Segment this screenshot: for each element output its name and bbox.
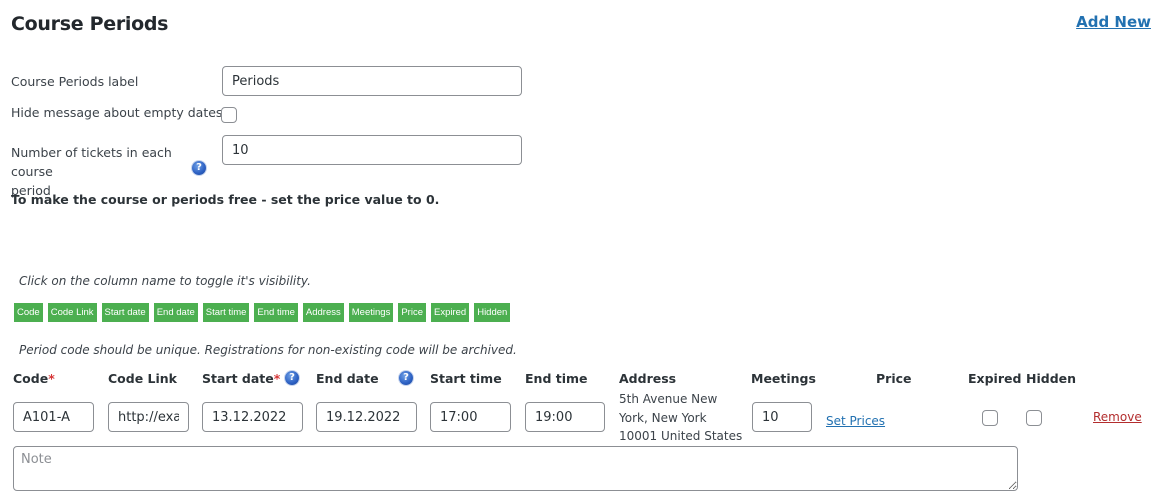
set-prices-link[interactable]: Set Prices [826,414,885,428]
address-line: York, New York [619,410,707,425]
required-mark: * [273,371,281,386]
start-date-input[interactable] [202,402,303,432]
tickets-label-line1: Number of tickets in each course [11,145,172,179]
header-code-link: Code Link [108,371,178,386]
toggle-address[interactable]: Address [302,303,344,322]
header-price: Price [876,371,912,386]
page-title: Course Periods [11,13,169,35]
header-start-time: Start time [430,371,502,386]
start-time-input[interactable] [430,402,511,432]
note-textarea[interactable] [13,446,1018,491]
free-price-note: To make the course or periods free - set… [11,192,440,207]
hide-empty-dates-label: Hide message about empty dates [11,105,223,120]
address-text: 5th Avenue New York, New York 10001 Unit… [619,390,744,446]
required-mark: * [48,371,55,386]
header-end-date: End date [316,371,379,386]
end-time-input[interactable] [525,402,605,432]
periods-label-label: Course Periods label [11,74,139,89]
header-end-time: End time [525,371,588,386]
header-hidden: Hidden [1026,371,1077,386]
end-date-input[interactable] [316,402,417,432]
header-start-date-label: Start date [202,371,274,386]
code-input[interactable] [13,402,94,432]
hidden-checkbox[interactable] [1026,410,1042,426]
end-date-help-icon[interactable]: ? [399,371,413,385]
toggle-end-time[interactable]: End time [254,303,298,322]
header-expired: Expired [968,371,1022,386]
header-address: Address [619,371,677,386]
toggle-end-date[interactable]: End date [153,303,198,322]
toggle-hint: Click on the column name to toggle it's … [19,274,311,288]
header-start-date: Start date* [202,371,280,386]
help-icon[interactable]: ? [192,161,206,175]
hide-empty-dates-checkbox[interactable] [221,107,237,123]
meetings-input[interactable] [752,402,812,432]
remove-link[interactable]: Remove [1093,410,1142,424]
toggle-code[interactable]: Code [14,303,43,322]
toggle-meetings[interactable]: Meetings [348,303,394,322]
toggle-price[interactable]: Price [398,303,426,322]
toggle-expired[interactable]: Expired [430,303,470,322]
address-line: 5th Avenue New [619,392,718,406]
code-link-input[interactable] [108,402,189,432]
toggle-code-link[interactable]: Code Link [47,303,97,322]
column-toggles: Code Code Link Start date End date Start… [14,303,511,322]
tickets-input[interactable] [222,135,522,165]
start-date-help-icon[interactable]: ? [285,371,299,385]
header-code: Code* [13,371,55,386]
periods-label-input[interactable] [222,66,522,96]
period-code-note: Period code should be unique. Registrati… [19,343,517,357]
add-new-link[interactable]: Add New [1076,13,1151,31]
toggle-start-date[interactable]: Start date [101,303,149,322]
header-meetings: Meetings [751,371,816,386]
toggle-start-time[interactable]: Start time [202,303,250,322]
expired-checkbox[interactable] [982,410,998,426]
toggle-hidden[interactable]: Hidden [474,303,511,322]
header-code-label: Code [13,371,49,386]
address-line: 10001 United States [619,429,743,443]
